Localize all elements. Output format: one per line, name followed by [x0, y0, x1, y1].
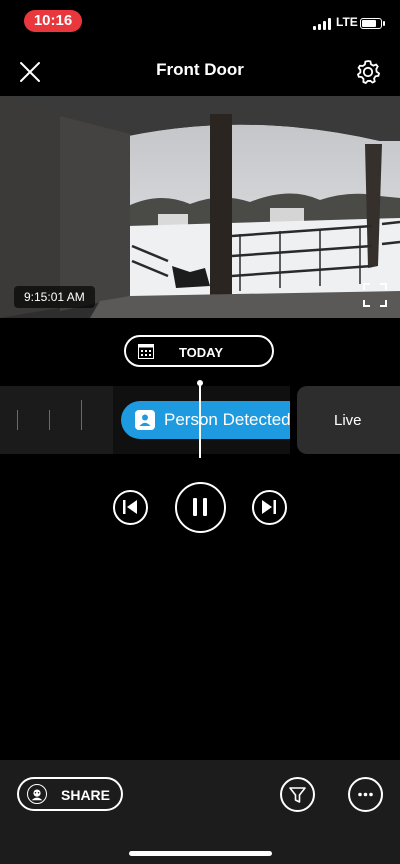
event-timeline[interactable]: Person Detected [0, 386, 290, 454]
video-feed[interactable]: 9:15:01 AM [0, 96, 400, 318]
status-time: 10:16 [24, 10, 82, 32]
battery-icon [360, 18, 385, 29]
network-label: LTE [336, 15, 358, 29]
signal-icon [313, 18, 331, 30]
filter-icon [289, 787, 306, 803]
share-avatar-icon [27, 784, 47, 804]
skip-previous-icon [123, 500, 137, 514]
fullscreen-icon [363, 283, 387, 307]
gear-icon [356, 60, 381, 85]
filter-button[interactable] [280, 777, 315, 812]
timeline-tick [81, 400, 82, 430]
share-button[interactable]: SHARE [17, 777, 123, 811]
live-label: Live [334, 412, 362, 429]
fullscreen-button[interactable] [362, 282, 388, 308]
skip-next-button[interactable] [252, 490, 287, 525]
home-indicator[interactable] [129, 851, 272, 856]
date-selector-button[interactable]: TODAY [124, 335, 274, 367]
camera-image [0, 96, 400, 318]
playhead-line [199, 382, 201, 458]
pause-icon [193, 498, 207, 516]
status-bar: 10:16 LTE [0, 0, 400, 44]
person-detected-event[interactable]: Person Detected [121, 401, 290, 439]
date-selector-label: TODAY [178, 345, 224, 360]
bottom-toolbar: SHARE [0, 760, 400, 864]
live-button[interactable]: Live [297, 386, 400, 454]
event-label: Person Detected [164, 410, 290, 429]
more-icon [358, 792, 373, 797]
header-bar: Front Door [0, 44, 400, 96]
skip-next-icon [262, 500, 276, 514]
video-timestamp: 9:15:01 AM [14, 286, 95, 308]
pause-button[interactable] [175, 482, 226, 533]
more-button[interactable] [348, 777, 383, 812]
settings-button[interactable] [352, 56, 384, 88]
share-label: SHARE [61, 787, 111, 803]
timeline-tick [49, 410, 50, 430]
skip-previous-button[interactable] [113, 490, 148, 525]
battery-level [362, 20, 376, 27]
page-title: Front Door [156, 60, 244, 79]
person-icon [135, 410, 155, 430]
timeline-tick [17, 410, 18, 430]
